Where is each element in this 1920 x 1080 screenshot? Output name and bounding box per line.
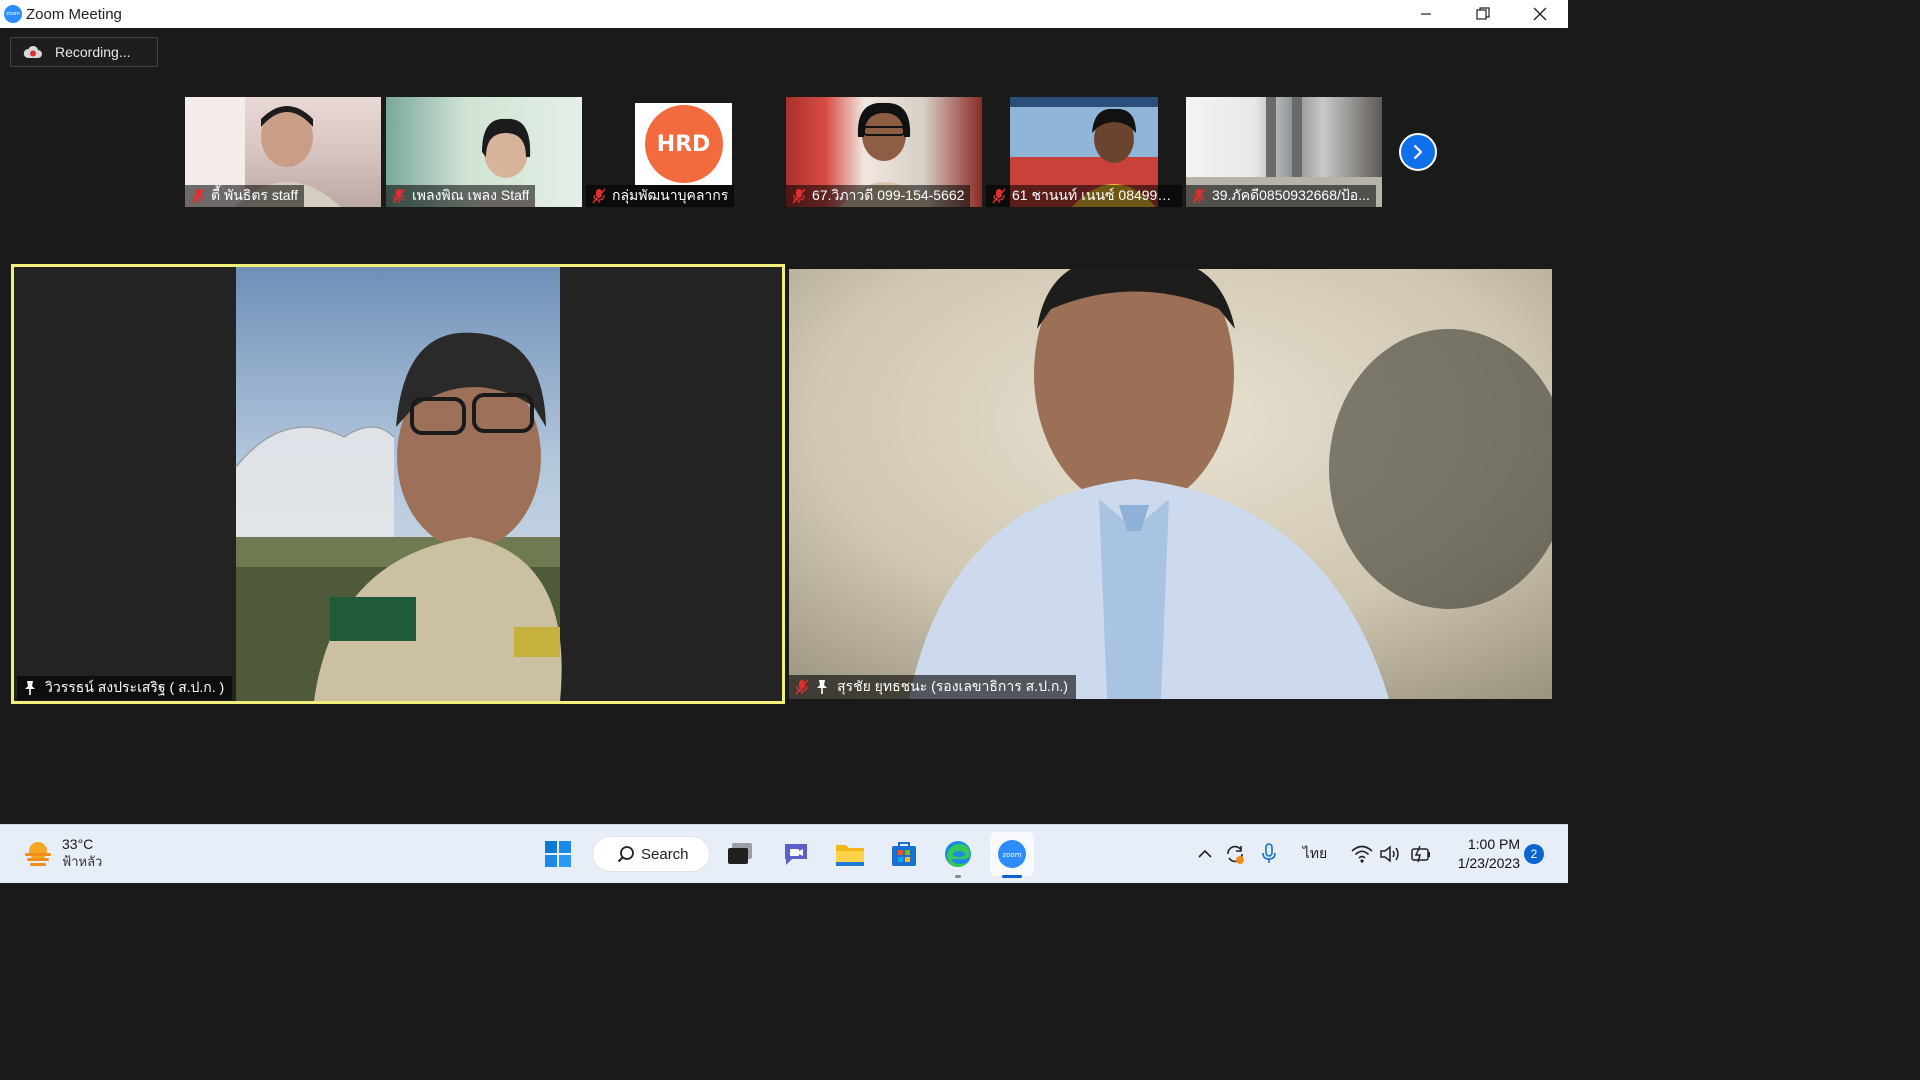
participant-name-label: 39.ภัคดี0850932668/ป้อ... xyxy=(1186,185,1376,207)
window-title: Zoom Meeting xyxy=(26,5,122,23)
mic-muted-icon xyxy=(191,188,205,204)
participant-name-label: 61 ชานนท์ เนนซ์ 084999... xyxy=(986,185,1182,207)
participant-name-label: ตี้ พันธิตร staff xyxy=(185,185,305,207)
mic-muted-icon xyxy=(1192,188,1206,204)
clock-date: 1/23/2023 xyxy=(1457,855,1520,871)
mic-muted-icon xyxy=(592,188,606,204)
mic-muted-icon xyxy=(392,188,406,204)
speaker-tile-active[interactable]: วิวรรธน์ สงประเสริฐ ( ส.ป.ก. ) xyxy=(11,264,785,704)
file-explorer-icon[interactable] xyxy=(832,836,868,872)
volume-icon[interactable] xyxy=(1378,825,1402,883)
taskbar-clock[interactable]: 1:00 PM 1/23/2023 xyxy=(1440,835,1520,873)
mic-muted-icon xyxy=(792,188,806,204)
participant-thumbnail[interactable]: 67.วิภาวดี 099-154-5662 xyxy=(786,97,982,207)
participant-thumbnail[interactable]: 61 ชานนท์ เนนซ์ 084999... xyxy=(986,97,1182,207)
zoom-logo-icon: zoom xyxy=(4,5,22,23)
edge-icon[interactable] xyxy=(940,836,976,878)
cloud-recording-icon xyxy=(23,45,42,58)
microphone-icon[interactable] xyxy=(1258,825,1280,883)
teams-chat-icon[interactable] xyxy=(778,836,814,872)
participant-name-label: 67.วิภาวดี 099-154-5662 xyxy=(786,185,971,207)
restore-button[interactable] xyxy=(1454,0,1511,28)
clock-time: 1:00 PM xyxy=(1467,836,1520,852)
next-page-button[interactable] xyxy=(1399,133,1437,171)
taskbar-search-button[interactable]: Search xyxy=(592,836,710,872)
pin-icon xyxy=(25,681,35,695)
sync-icon[interactable] xyxy=(1222,825,1248,883)
wifi-icon[interactable] xyxy=(1350,825,1374,883)
speaker-video xyxy=(235,267,562,701)
weather-condition: ฟ้าหลัว xyxy=(62,854,103,869)
participant-thumbnail[interactable]: 39.ภัคดี0850932668/ป้อ... xyxy=(1186,97,1382,207)
hazy-sun-icon xyxy=(25,842,51,866)
speaker-name-label: สุรชัย ยุทธชนะ (รองเลขาธิการ ส.ป.ก.) xyxy=(789,675,1076,699)
close-button[interactable] xyxy=(1511,0,1568,28)
speaker-tile[interactable]: สุรชัย ยุทธชนะ (รองเลขาธิการ ส.ป.ก.) xyxy=(789,269,1552,699)
chevron-right-icon xyxy=(1413,144,1423,160)
recording-indicator[interactable]: Recording... xyxy=(10,37,158,67)
weather-widget[interactable]: 33°C ฟ้าหลัว xyxy=(22,835,102,871)
search-icon xyxy=(617,846,634,863)
windows-start-icon[interactable] xyxy=(540,836,576,872)
chevron-up-icon xyxy=(1198,849,1212,858)
participant-thumbnail[interactable]: ตี้ พันธิตร staff xyxy=(185,97,381,207)
zoom-icon[interactable]: zoom xyxy=(990,832,1034,878)
pin-icon xyxy=(817,680,827,694)
window-title-bar: zoom Zoom Meeting xyxy=(0,0,1568,28)
mic-muted-icon xyxy=(992,188,1006,204)
participant-thumbnail[interactable]: HRD กลุ่มพัฒนาบุคลากร xyxy=(586,97,782,207)
show-hidden-icons-button[interactable] xyxy=(1194,825,1216,883)
hrd-avatar: HRD xyxy=(635,103,732,185)
recording-label: Recording... xyxy=(55,44,131,60)
mic-muted-icon xyxy=(795,679,809,695)
svg-text:zoom: zoom xyxy=(1002,851,1021,859)
windows-taskbar: 33°C ฟ้าหลัว Search zoom ไทย 1:00 PM 1/2… xyxy=(0,824,1568,883)
task-view-icon[interactable] xyxy=(722,836,758,872)
speaker-name-label: วิวรรธน์ สงประเสริฐ ( ส.ป.ก. ) xyxy=(17,676,233,700)
participant-thumbnail[interactable]: เพลงพิณ เพลง Staff xyxy=(386,97,582,207)
speaker-video xyxy=(789,269,1552,699)
participant-name-label: เพลงพิณ เพลง Staff xyxy=(386,185,536,207)
meeting-area: Recording... ตี้ พันธิตร staff เพลงพิณ เ… xyxy=(0,28,1568,824)
minimize-button[interactable] xyxy=(1397,0,1454,28)
battery-charging-icon[interactable] xyxy=(1408,825,1434,883)
notification-badge[interactable]: 2 xyxy=(1524,844,1544,864)
participant-name-label: กลุ่มพัฒนาบุคลากร xyxy=(586,185,735,207)
microsoft-store-icon[interactable] xyxy=(886,836,922,872)
weather-temperature: 33°C xyxy=(62,836,94,852)
input-language-indicator[interactable]: ไทย xyxy=(1298,825,1332,883)
